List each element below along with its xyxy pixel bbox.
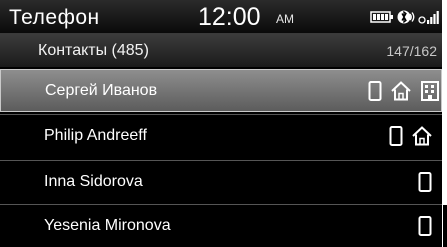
- number-type-icons: [414, 171, 433, 193]
- contact-name: Yesenia Mironova: [44, 217, 171, 234]
- app-title: Телефон: [9, 6, 100, 29]
- contact-row[interactable]: Yesenia Mironova: [0, 204, 442, 247]
- clock-period: AM: [276, 12, 294, 26]
- contact-name: Сергей Иванов: [45, 82, 158, 99]
- signal-icon: [418, 11, 439, 24]
- scrollbar-thumb[interactable]: [443, 205, 447, 247]
- bluetooth-icon: [397, 10, 415, 24]
- mobile-phone-icon: [389, 126, 403, 146]
- list-position: 147/162: [386, 43, 437, 59]
- home-icon: [391, 81, 412, 101]
- office-icon: [420, 81, 439, 101]
- battery-icon: [370, 11, 393, 23]
- mobile-phone-icon: [368, 81, 382, 101]
- clock: 12:00: [198, 3, 261, 31]
- contacts-header: Контакты (485) 147/162: [0, 34, 442, 67]
- phone-screen: Телефон 12:00 AM Контакты (485) 147/162: [0, 0, 442, 247]
- contact-row[interactable]: Inna Sidorova: [0, 160, 442, 203]
- number-type-icons: [364, 80, 440, 102]
- contact-name: Inna Sidorova: [44, 173, 143, 190]
- contact-row[interactable]: Сергей Иванов: [0, 69, 442, 112]
- mobile-phone-icon: [418, 172, 432, 192]
- contacts-title: Контакты (485): [38, 42, 149, 59]
- number-type-icons: [414, 215, 433, 237]
- home-icon: [412, 126, 433, 146]
- number-type-icons: [385, 125, 433, 147]
- status-bar: Телефон 12:00 AM: [0, 0, 442, 34]
- contact-name: Philip Andreeff: [44, 127, 147, 144]
- contact-row[interactable]: Philip Andreeff: [0, 114, 442, 157]
- mobile-phone-icon: [418, 216, 432, 236]
